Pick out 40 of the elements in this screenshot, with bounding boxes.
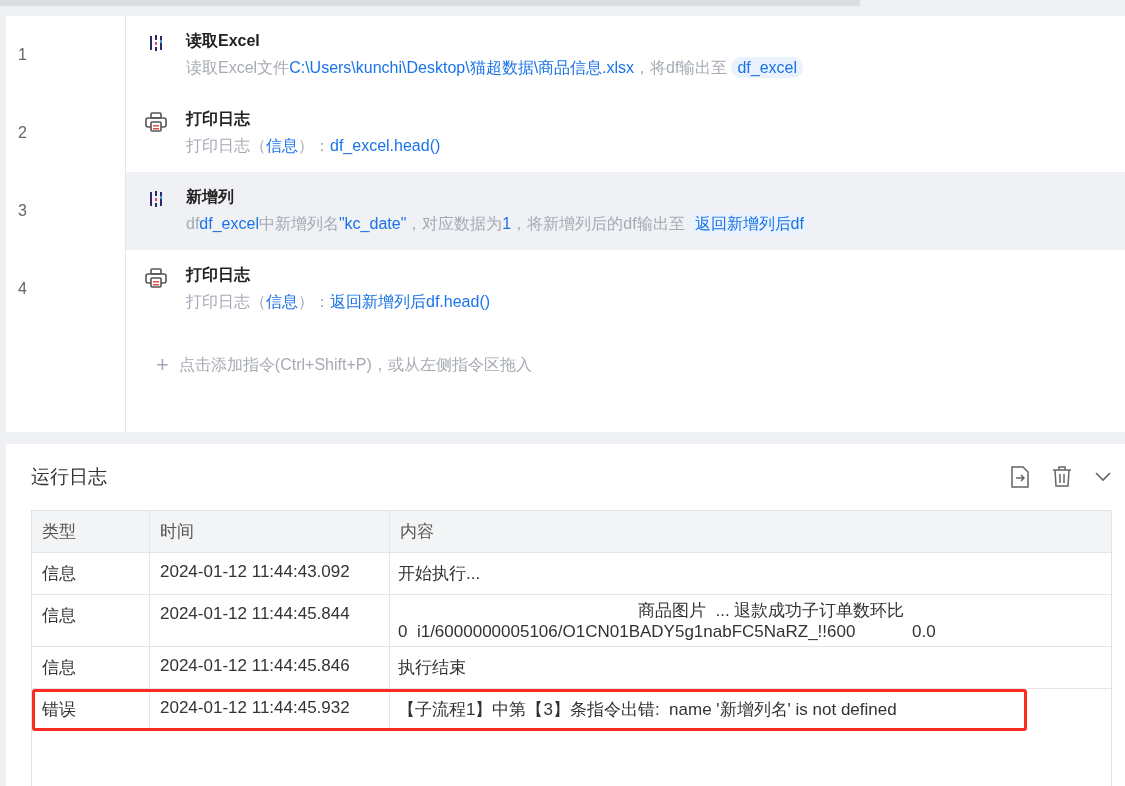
table-cell-text: 商品图片 ... 退款成功子订单数环比 <box>637 600 906 622</box>
command-description: 打印日志（信息）：返回新增列后df.head() <box>186 292 491 312</box>
table-cell: 信息 <box>32 553 150 594</box>
line-number: 1 <box>17 45 28 65</box>
column-header: 类型 <box>32 511 150 552</box>
table-cell-text: 0 i1/6000000005106/O1CN01BADY5g1nabFC5NaRZ_!!600 0.0 <box>398 622 937 642</box>
printer-icon <box>145 268 167 288</box>
table-cell-text: 执行结束 <box>398 657 467 679</box>
command-row[interactable]: 打印日志 打印日志（信息）：df_excel.head() <box>126 94 1125 172</box>
command-title: 读取Excel <box>186 31 261 51</box>
table-cell-text: 开始执行... <box>398 563 482 585</box>
command-row[interactable]: 打印日志 打印日志（信息）：返回新增列后df.head() <box>126 250 1125 328</box>
chevron-down-icon[interactable] <box>1094 471 1112 483</box>
bars-icon <box>148 34 164 52</box>
command-title: 打印日志 <box>186 109 251 129</box>
line-number: 3 <box>17 201 28 221</box>
trash-icon[interactable] <box>1052 466 1072 488</box>
command-description: 打印日志（信息）：df_excel.head() <box>186 136 441 156</box>
command-title: 新增列 <box>186 187 235 207</box>
table-cell: 2024-01-12 11:44:43.092 <box>150 553 390 594</box>
table-cell: 2024-01-12 11:44:45.844 <box>150 595 390 646</box>
table-cell: 信息 <box>32 647 150 688</box>
line-number: 2 <box>17 123 28 143</box>
command-row[interactable]: 读取Excel 读取Excel文件C:\Users\kunchi\Desktop\猫超数据\商品信息.xlsx，将df输出至 df_excel <box>126 16 1125 94</box>
command-description: dfdf_excel中新增列名"kc_date"，对应数据为1，将新增列后的df输出至 返回新增列后df <box>186 214 810 235</box>
line-number: 4 <box>17 279 28 299</box>
table-cell-text: 【子流程1】中第【3】条指令出错: name '新增列名' is not defined <box>398 699 898 721</box>
column-header: 内容 <box>399 521 435 543</box>
table-cell: 错误 <box>32 689 150 730</box>
command-title: 打印日志 <box>186 265 251 285</box>
printer-icon <box>145 112 167 132</box>
bars-icon <box>148 190 164 208</box>
command-row[interactable]: 新增列 dfdf_excel中新增列名"kc_date"，对应数据为1，将新增列后的df输出至 返回新增列后df <box>126 172 1125 250</box>
export-icon[interactable] <box>1010 466 1030 488</box>
table-cell: 信息 <box>32 595 150 646</box>
panel-title: 运行日志 <box>31 465 107 489</box>
command-description: 读取Excel文件C:\Users\kunchi\Desktop\猫超数据\商品信息.xlsx，将df输出至 df_excel <box>186 58 803 79</box>
table-cell: 2024-01-12 11:44:45.846 <box>150 647 390 688</box>
column-header: 时间 <box>150 511 390 552</box>
table-cell: 2024-01-12 11:44:45.932 <box>150 689 390 730</box>
